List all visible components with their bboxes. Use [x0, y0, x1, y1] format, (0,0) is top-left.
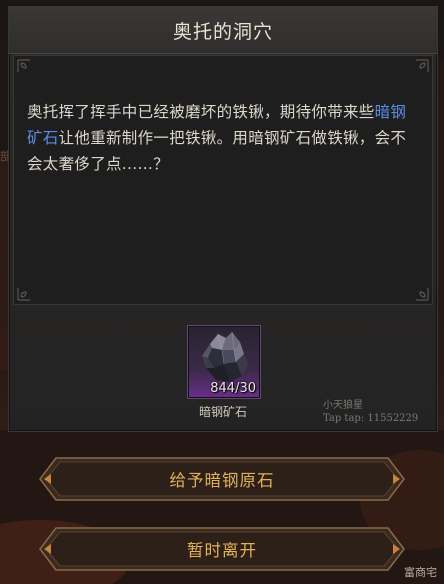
- dialog-body-panel: [13, 55, 433, 305]
- description-text-before: 奥托挥了挥手中已经被磨坏的铁锹，期待你带来些: [27, 103, 375, 121]
- corner-ornament-icon: [17, 288, 30, 301]
- watermark-line2: Tap tap: 11552229: [323, 413, 419, 424]
- give-ore-button-label: 给予暗钢原石: [169, 471, 275, 490]
- background-location-label: 富商宅: [404, 566, 437, 579]
- item-name: 暗钢矿石: [198, 405, 247, 419]
- dark-steel-ore-icon: [202, 331, 248, 382]
- event-dialog: 奥托的洞穴 奥托挥了挥手中已经被磨坏的铁锹，期待你带来些暗钢矿石让他重新制作一把…: [8, 6, 438, 432]
- corner-ornament-icon: [17, 59, 30, 72]
- give-ore-button[interactable]: 给予暗钢原石: [38, 456, 406, 502]
- dialog-title-bar: 奥托的洞穴: [9, 7, 437, 54]
- dialog-description: 奥托挥了挥手中已经被磨坏的铁锹，期待你带来些暗钢矿石让他重新制作一把铁锹。用暗钢…: [27, 99, 411, 177]
- leave-button[interactable]: 暂时离开: [38, 526, 406, 572]
- watermark-line1: 小天狼星: [323, 400, 363, 411]
- leave-button-label: 暂时离开: [187, 541, 257, 560]
- dialog-title: 奥托的洞穴: [172, 20, 273, 43]
- description-text-after: 让他重新制作一把铁锹。用暗钢矿石做铁锹，会不会太奢侈了点......？: [27, 129, 407, 173]
- item-slot[interactable]: 844/30: [187, 325, 261, 399]
- watermark: 小天狼星 Tap tap: 11552229: [323, 399, 418, 425]
- item-count: 844/30: [210, 381, 256, 396]
- corner-ornament-icon: [416, 59, 429, 72]
- required-item-area: 844/30 暗钢矿石 小天狼星 Tap tap: 11552229: [9, 307, 437, 431]
- corner-ornament-icon: [416, 288, 429, 301]
